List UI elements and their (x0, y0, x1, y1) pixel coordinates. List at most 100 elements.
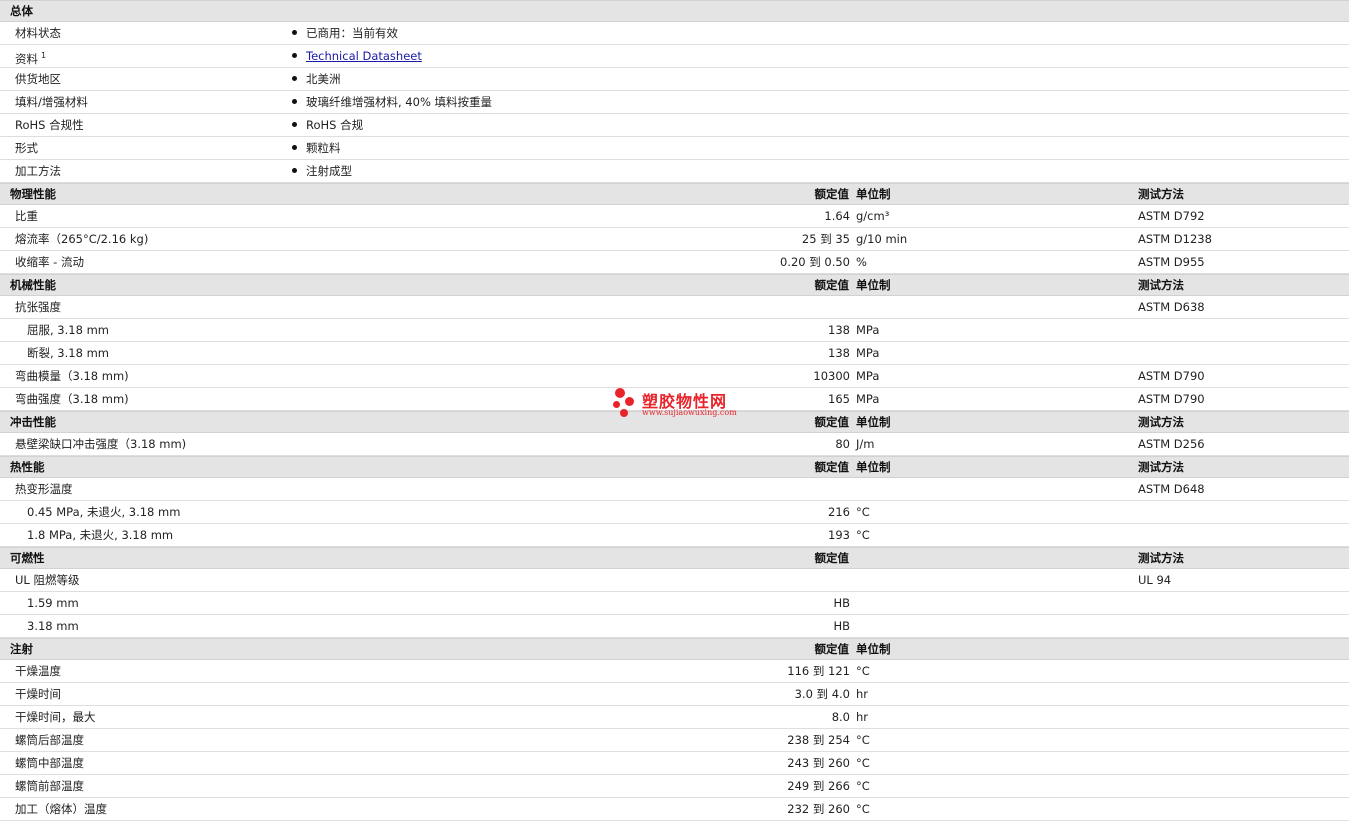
property-value: 193 (828, 528, 850, 542)
property-label: UL 阻燃等级 (15, 573, 80, 587)
property-value: Technical Datasheet (292, 45, 422, 67)
property-label: 材料状态 (15, 22, 61, 44)
section-title: 机械性能 (10, 278, 56, 292)
property-value: 3.0 到 4.0 (794, 687, 850, 701)
bullet-icon (292, 122, 297, 127)
property-label: 弯曲强度（3.18 mm) (15, 392, 129, 406)
property-value: 颗粒料 (292, 137, 341, 159)
property-unit: °C (856, 802, 870, 816)
test-method: ASTM D1238 (1138, 232, 1212, 246)
property-label: 热变形温度 (15, 482, 73, 496)
property-row: 加工（熔体）温度 232 到 260 °C (0, 798, 1349, 821)
property-unit: °C (856, 733, 870, 747)
test-method: ASTM D256 (1138, 437, 1205, 451)
section-header: 注射 额定值 单位制 (0, 638, 1349, 660)
property-value: HB (833, 596, 850, 610)
property-row: 0.45 MPa, 未退火, 3.18 mm 216 °C (0, 501, 1349, 524)
property-unit: °C (856, 779, 870, 793)
section-title: 可燃性 (10, 551, 45, 565)
header-nominal-value: 额定值 (814, 415, 850, 429)
property-row: 熔流率（265°C/2.16 kg) 25 到 35 g/10 min ASTM D1… (0, 228, 1349, 251)
property-label: 螺筒中部温度 (15, 756, 84, 770)
property-value: 10300 (813, 369, 850, 383)
property-value: 232 到 260 (787, 802, 850, 816)
property-unit: hr (856, 687, 869, 701)
property-label: 屈服, 3.18 mm (27, 323, 109, 337)
header-unit: 单位制 (856, 460, 891, 474)
bullet-icon (292, 145, 297, 150)
property-value-text: 已商用：当前有效 (306, 26, 398, 40)
property-value-text: 北美洲 (306, 72, 341, 86)
property-unit: °C (856, 505, 870, 519)
property-unit: % (856, 255, 867, 269)
bullet-icon (292, 53, 297, 58)
general-row: 材料状态 已商用：当前有效 (0, 22, 1349, 45)
property-unit: MPa (856, 392, 880, 406)
general-row: 加工方法 注射成型 (0, 160, 1349, 183)
property-row: 3.18 mm HB (0, 615, 1349, 638)
property-unit: °C (856, 664, 870, 678)
property-value: 玻璃纤维增强材料, 40% 填料按重量 (292, 91, 492, 113)
property-label: 熔流率（265°C/2.16 kg) (15, 232, 149, 246)
datasheet-link[interactable]: Technical Datasheet (306, 49, 422, 63)
property-label: 资料 1 (15, 45, 46, 70)
section-header: 物理性能 额定值 单位制 测试方法 (0, 183, 1349, 205)
property-row: 比重 1.64 g/cm³ ASTM D792 (0, 205, 1349, 228)
bullet-icon (292, 99, 297, 104)
header-nominal-value: 额定值 (814, 460, 850, 474)
property-label: 干燥温度 (15, 664, 61, 678)
property-row: 断裂, 3.18 mm 138 MPa (0, 342, 1349, 365)
property-value: RoHS 合规 (292, 114, 363, 136)
property-value: 138 (828, 346, 850, 360)
property-row: 螺筒中部温度 243 到 260 °C (0, 752, 1349, 775)
property-label: 供货地区 (15, 68, 61, 90)
property-row: 弯曲模量（3.18 mm) 10300 MPa ASTM D790 (0, 365, 1349, 388)
property-label: 螺筒后部温度 (15, 733, 84, 747)
property-row: 螺筒前部温度 249 到 266 °C (0, 775, 1349, 798)
property-row: 干燥时间 3.0 到 4.0 hr (0, 683, 1349, 706)
property-value: 243 到 260 (787, 756, 850, 770)
test-method: ASTM D790 (1138, 369, 1205, 383)
header-nominal-value: 额定值 (814, 551, 850, 565)
test-method: ASTM D955 (1138, 255, 1205, 269)
property-row: 1.8 MPa, 未退火, 3.18 mm 193 °C (0, 524, 1349, 547)
header-test-method: 测试方法 (1138, 278, 1184, 292)
test-method: ASTM D790 (1138, 392, 1205, 406)
property-value-text: 注射成型 (306, 164, 352, 178)
header-unit: 单位制 (856, 187, 891, 201)
property-label-text: 形式 (15, 141, 38, 155)
property-label: 悬壁梁缺口冲击强度（3.18 mm) (15, 437, 187, 451)
property-value: 249 到 266 (787, 779, 850, 793)
property-row: 干燥时间，最大 8.0 hr (0, 706, 1349, 729)
property-value: 1.64 (824, 209, 850, 223)
property-unit: °C (856, 756, 870, 770)
property-label: 收缩率 - 流动 (15, 255, 84, 269)
section-title: 总体 (10, 4, 33, 18)
property-row: 1.59 mm HB (0, 592, 1349, 615)
property-unit: J/m (856, 437, 875, 451)
property-unit: g/cm³ (856, 209, 890, 223)
property-label-text: RoHS 合规性 (15, 118, 84, 132)
property-row: UL 阻燃等级 UL 94 (0, 569, 1349, 592)
property-row: 屈服, 3.18 mm 138 MPa (0, 319, 1349, 342)
header-unit: 单位制 (856, 278, 891, 292)
property-label: 干燥时间，最大 (15, 710, 96, 724)
property-label: 抗张强度 (15, 300, 61, 314)
footnote-marker: 1 (41, 51, 47, 60)
test-method: UL 94 (1138, 573, 1172, 587)
property-value: 80 (835, 437, 850, 451)
property-label: 加工（熔体）温度 (15, 802, 107, 816)
property-row: 悬壁梁缺口冲击强度（3.18 mm) 80 J/m ASTM D256 (0, 433, 1349, 456)
property-label-text: 加工方法 (15, 164, 61, 178)
general-row: 供货地区 北美洲 (0, 68, 1349, 91)
property-value: HB (833, 619, 850, 633)
property-value: 165 (828, 392, 850, 406)
header-unit: 单位制 (856, 415, 891, 429)
property-label: 0.45 MPa, 未退火, 3.18 mm (27, 505, 181, 519)
general-row: 资料 1 Technical Datasheet (0, 45, 1349, 68)
section-title: 物理性能 (10, 187, 56, 201)
property-label: 干燥时间 (15, 687, 61, 701)
bullet-icon (292, 76, 297, 81)
property-value: 8.0 (831, 710, 850, 724)
property-label-text: 供货地区 (15, 72, 61, 86)
